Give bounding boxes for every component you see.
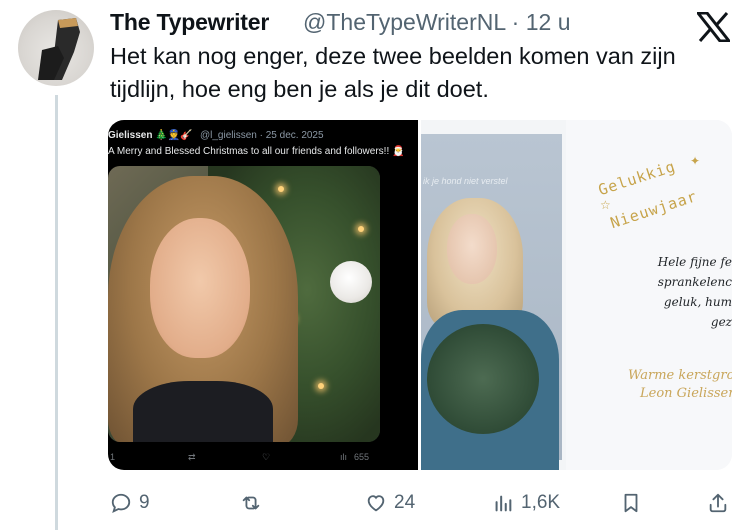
card-signature-line2: Leon Gielissen (640, 386, 732, 401)
like-button[interactable]: 24 (365, 489, 415, 517)
tweet-text: Het kan nog enger, deze twee beelden kom… (110, 43, 676, 102)
tree-light (318, 383, 324, 389)
card-title-line2: Nieuwjaar (608, 187, 700, 233)
embedded-repost-icon: ⇄ (188, 452, 196, 462)
ornament-image (330, 261, 372, 303)
x-logo-icon[interactable] (694, 11, 733, 43)
reply-button[interactable]: 9 (110, 489, 150, 517)
repost-icon (242, 496, 260, 510)
card-text-panel: ☆ ✦ Gelukkig Nieuwjaar Hele fijne fe spr… (566, 120, 732, 470)
person-face-image (150, 218, 250, 358)
bookmark-icon (624, 493, 638, 513)
embedded-post-screenshot[interactable]: Gielissen 🎄👮🎸 @l_gielissen · 25 dec. 202… (108, 120, 418, 470)
card-text-line: geluk, hum (663, 295, 732, 309)
card-photo: ik je hond niet verstel (421, 134, 562, 470)
embedded-view-count: 655 (354, 452, 370, 462)
bar-chart-icon (495, 495, 512, 512)
embedded-post-text: A Merry and Blessed Christmas to all our… (108, 146, 405, 157)
media-grid[interactable]: Gielissen 🎄👮🎸 @l_gielissen · 25 dec. 202… (108, 120, 732, 470)
embedded-handle-date: @l_gielissen · 25 dec. 2025 (200, 130, 324, 141)
embedded-like-icon: ♡ (262, 452, 271, 462)
card-text-line: sprankelenc (657, 275, 732, 289)
heart-icon (367, 495, 385, 512)
handle-and-time[interactable]: @TheTypeWriterNL · 12 u (303, 9, 571, 36)
display-name[interactable]: The Typewriter (110, 9, 269, 36)
embedded-user-name: Gielissen 🎄👮🎸 (108, 130, 193, 141)
embedded-views-icon: ılı (340, 452, 348, 462)
photo-plant-image (427, 324, 539, 434)
greeting-card-image[interactable]: ik je hond niet verstel ☆ ✦ Gelukkig Nie… (421, 120, 732, 470)
star-icon: ✦ (690, 154, 701, 168)
photo-face-image (447, 214, 497, 284)
card-text-line: gez (710, 315, 732, 329)
embedded-video[interactable]: ⚙ (108, 166, 380, 442)
view-count: 1,6K (521, 492, 561, 513)
star-icon: ☆ (600, 198, 611, 212)
person-top-image (133, 381, 273, 442)
embedded-actions: 1 ⇄ ♡ ılı 655 (108, 452, 418, 466)
card-signature-line1: Warme kerstgro (628, 368, 732, 383)
share-button[interactable] (707, 489, 729, 517)
like-count: 24 (394, 492, 416, 513)
repost-button[interactable] (240, 489, 269, 517)
bookmark-button[interactable] (620, 489, 642, 517)
reply-icon (111, 493, 131, 513)
views-button[interactable]: 1,6K (492, 489, 560, 517)
embedded-reply-count: 1 (110, 452, 116, 462)
avatar[interactable] (18, 10, 94, 86)
tree-light (278, 186, 284, 192)
share-icon (709, 493, 727, 513)
reply-count: 9 (139, 492, 150, 513)
card-title-line1: Gelukkig (596, 157, 678, 200)
thread-line (55, 95, 58, 530)
tree-light (358, 226, 364, 232)
card-text-line: Hele fijne fe (657, 255, 732, 269)
photo-caption: ik je hond niet verstel (423, 176, 508, 186)
avatar-gloves-image (38, 18, 80, 80)
